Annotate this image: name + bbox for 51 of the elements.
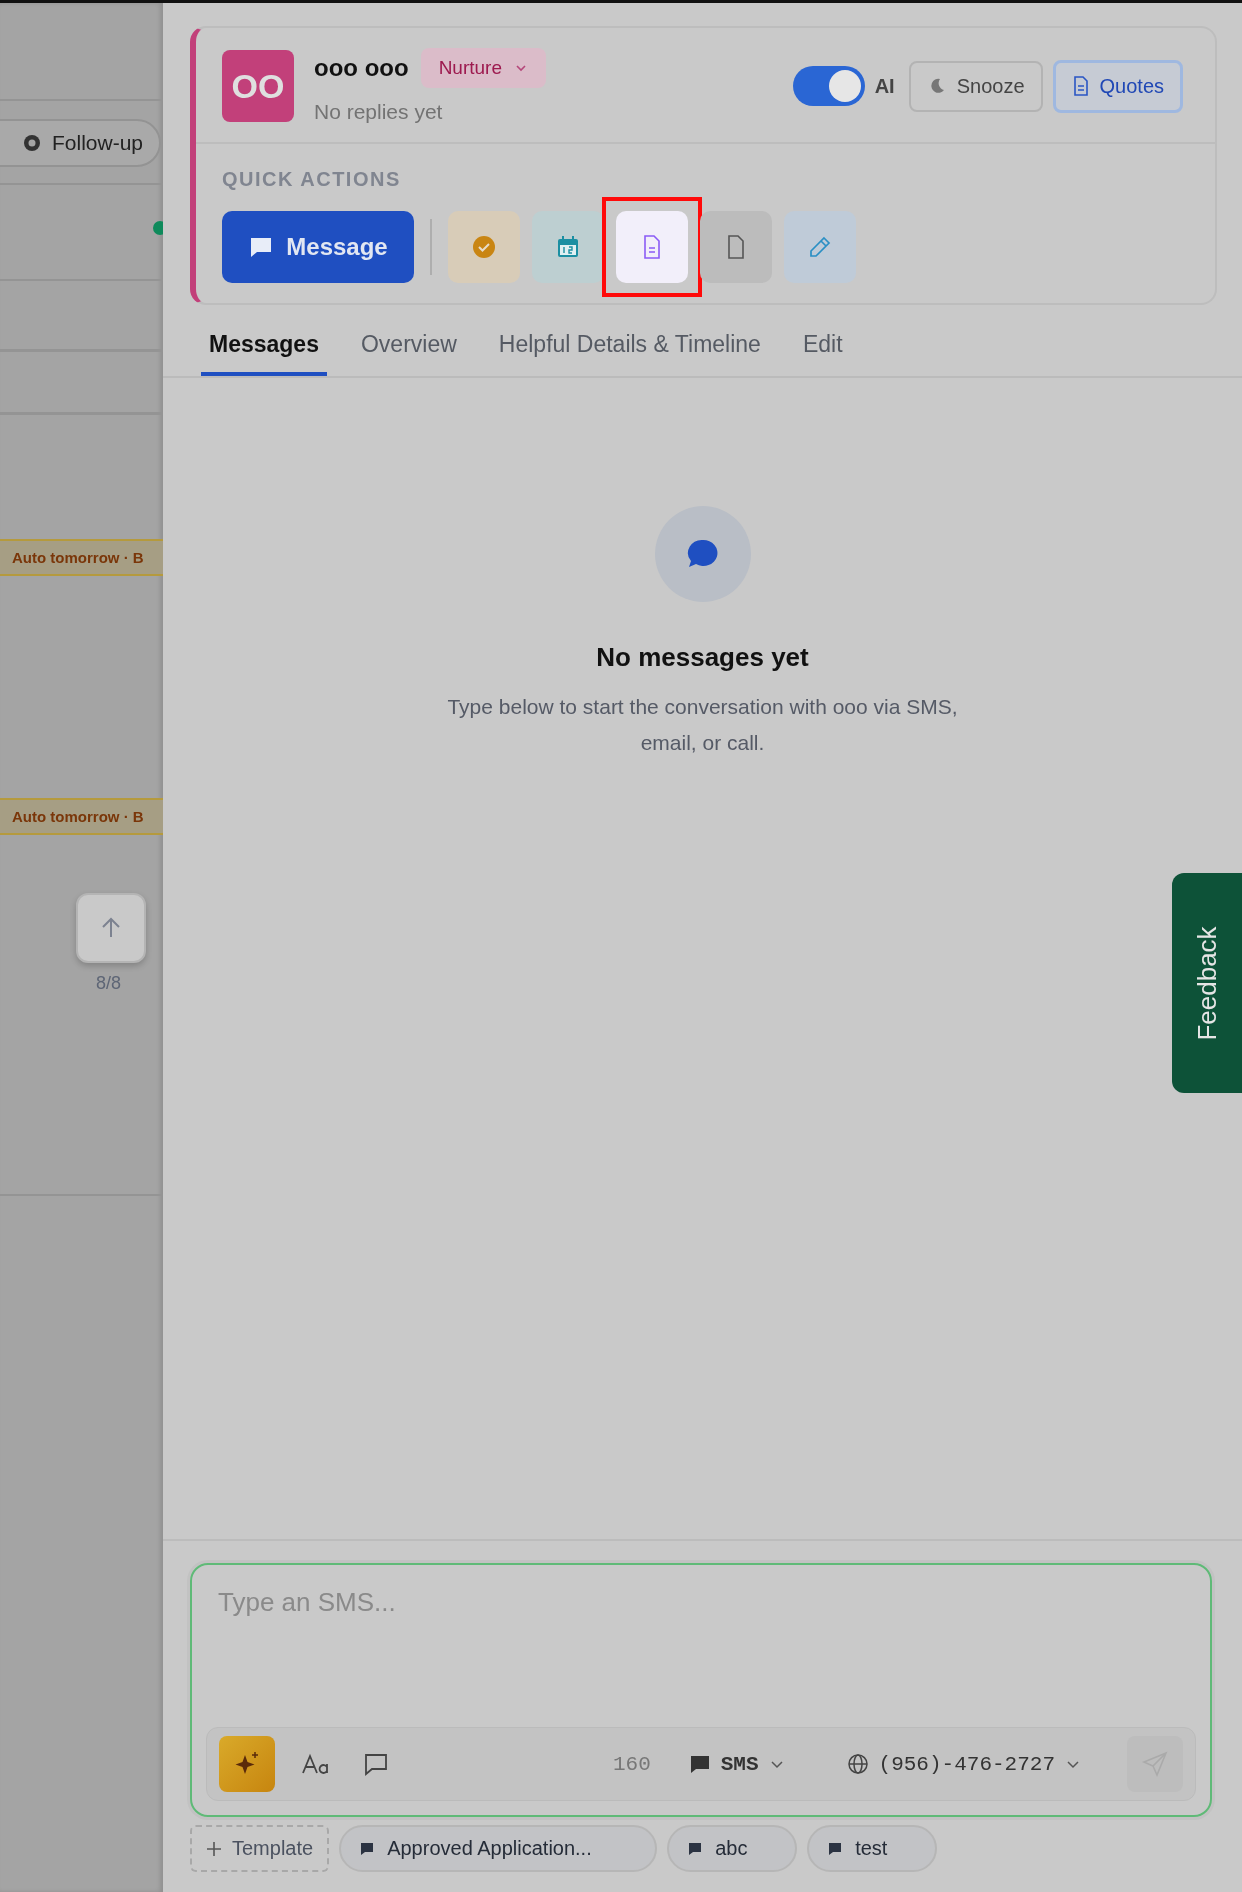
quotes-button[interactable]: Quotes [1052,59,1183,113]
character-count: 160 [612,1752,651,1776]
phone-number-dropdown[interactable]: (956)-476-2727 [840,1751,1087,1777]
quick-action-button[interactable] [532,211,604,283]
ai-sparkle-button[interactable] [219,1736,275,1792]
sms-composer[interactable]: Type an SMS... 160 SMS (956)-476-2727 [190,1563,1212,1817]
snooze-button[interactable]: Snooze [908,60,1043,112]
lifebuoy-icon [22,133,42,153]
quick-action-button[interactable] [448,211,520,283]
quick-action-button[interactable] [700,211,772,283]
status-badge: Auto tomorrow · B [0,798,163,835]
document-icon [1071,76,1090,96]
follow-up-filter[interactable]: Follow-up [0,119,162,167]
empty-state-title: No messages yet [596,642,809,673]
quick-action-button[interactable] [616,211,688,283]
scroll-counter: 8/8 [96,973,122,994]
message-button[interactable]: Message [222,211,414,283]
chat-bubble-icon [687,1840,704,1857]
globe-icon [846,1753,869,1775]
tab[interactable]: Helpful Details & Timeline [490,323,769,376]
contact-subtitle: No replies yet [314,100,444,124]
chat-bubble-icon [688,1753,711,1775]
chat-bubble-icon [359,1840,376,1857]
document-icon [642,235,662,259]
scroll-up-button[interactable] [76,893,146,963]
empty-state-text: Type below to start the conversation with ooo via SMS, email, or call. [446,694,959,756]
section-title: QUICK ACTIONS [222,168,402,191]
add-template-button[interactable]: Template [190,1825,330,1872]
tab[interactable]: Edit [794,323,851,376]
feedback-tab[interactable]: Feedback [1172,873,1242,1093]
chat-bubble-icon [827,1840,844,1857]
calendar-icon [556,235,580,259]
stage-dropdown[interactable]: Nurture [420,48,546,88]
quick-action-button[interactable] [784,211,856,283]
avatar: OO [222,50,294,122]
status-badge: Auto tomorrow · B [0,539,163,576]
check-circle-icon [472,235,496,259]
tab[interactable]: Messages [201,323,327,376]
contact-name: ooo ooo [314,54,409,82]
tab[interactable]: Overview [352,323,465,376]
font-size-icon [301,1753,331,1775]
channel-dropdown[interactable]: SMS [682,1751,791,1777]
comment-icon [363,1751,389,1777]
plus-icon [206,1840,222,1857]
template-chip[interactable]: test [807,1825,938,1872]
template-chip[interactable]: Approved Application... [339,1825,658,1872]
file-icon [726,235,746,259]
ai-label: AI [874,74,895,98]
template-chip[interactable]: abc [667,1825,798,1872]
ai-toggle[interactable] [792,66,865,106]
pencil-icon [808,235,832,259]
